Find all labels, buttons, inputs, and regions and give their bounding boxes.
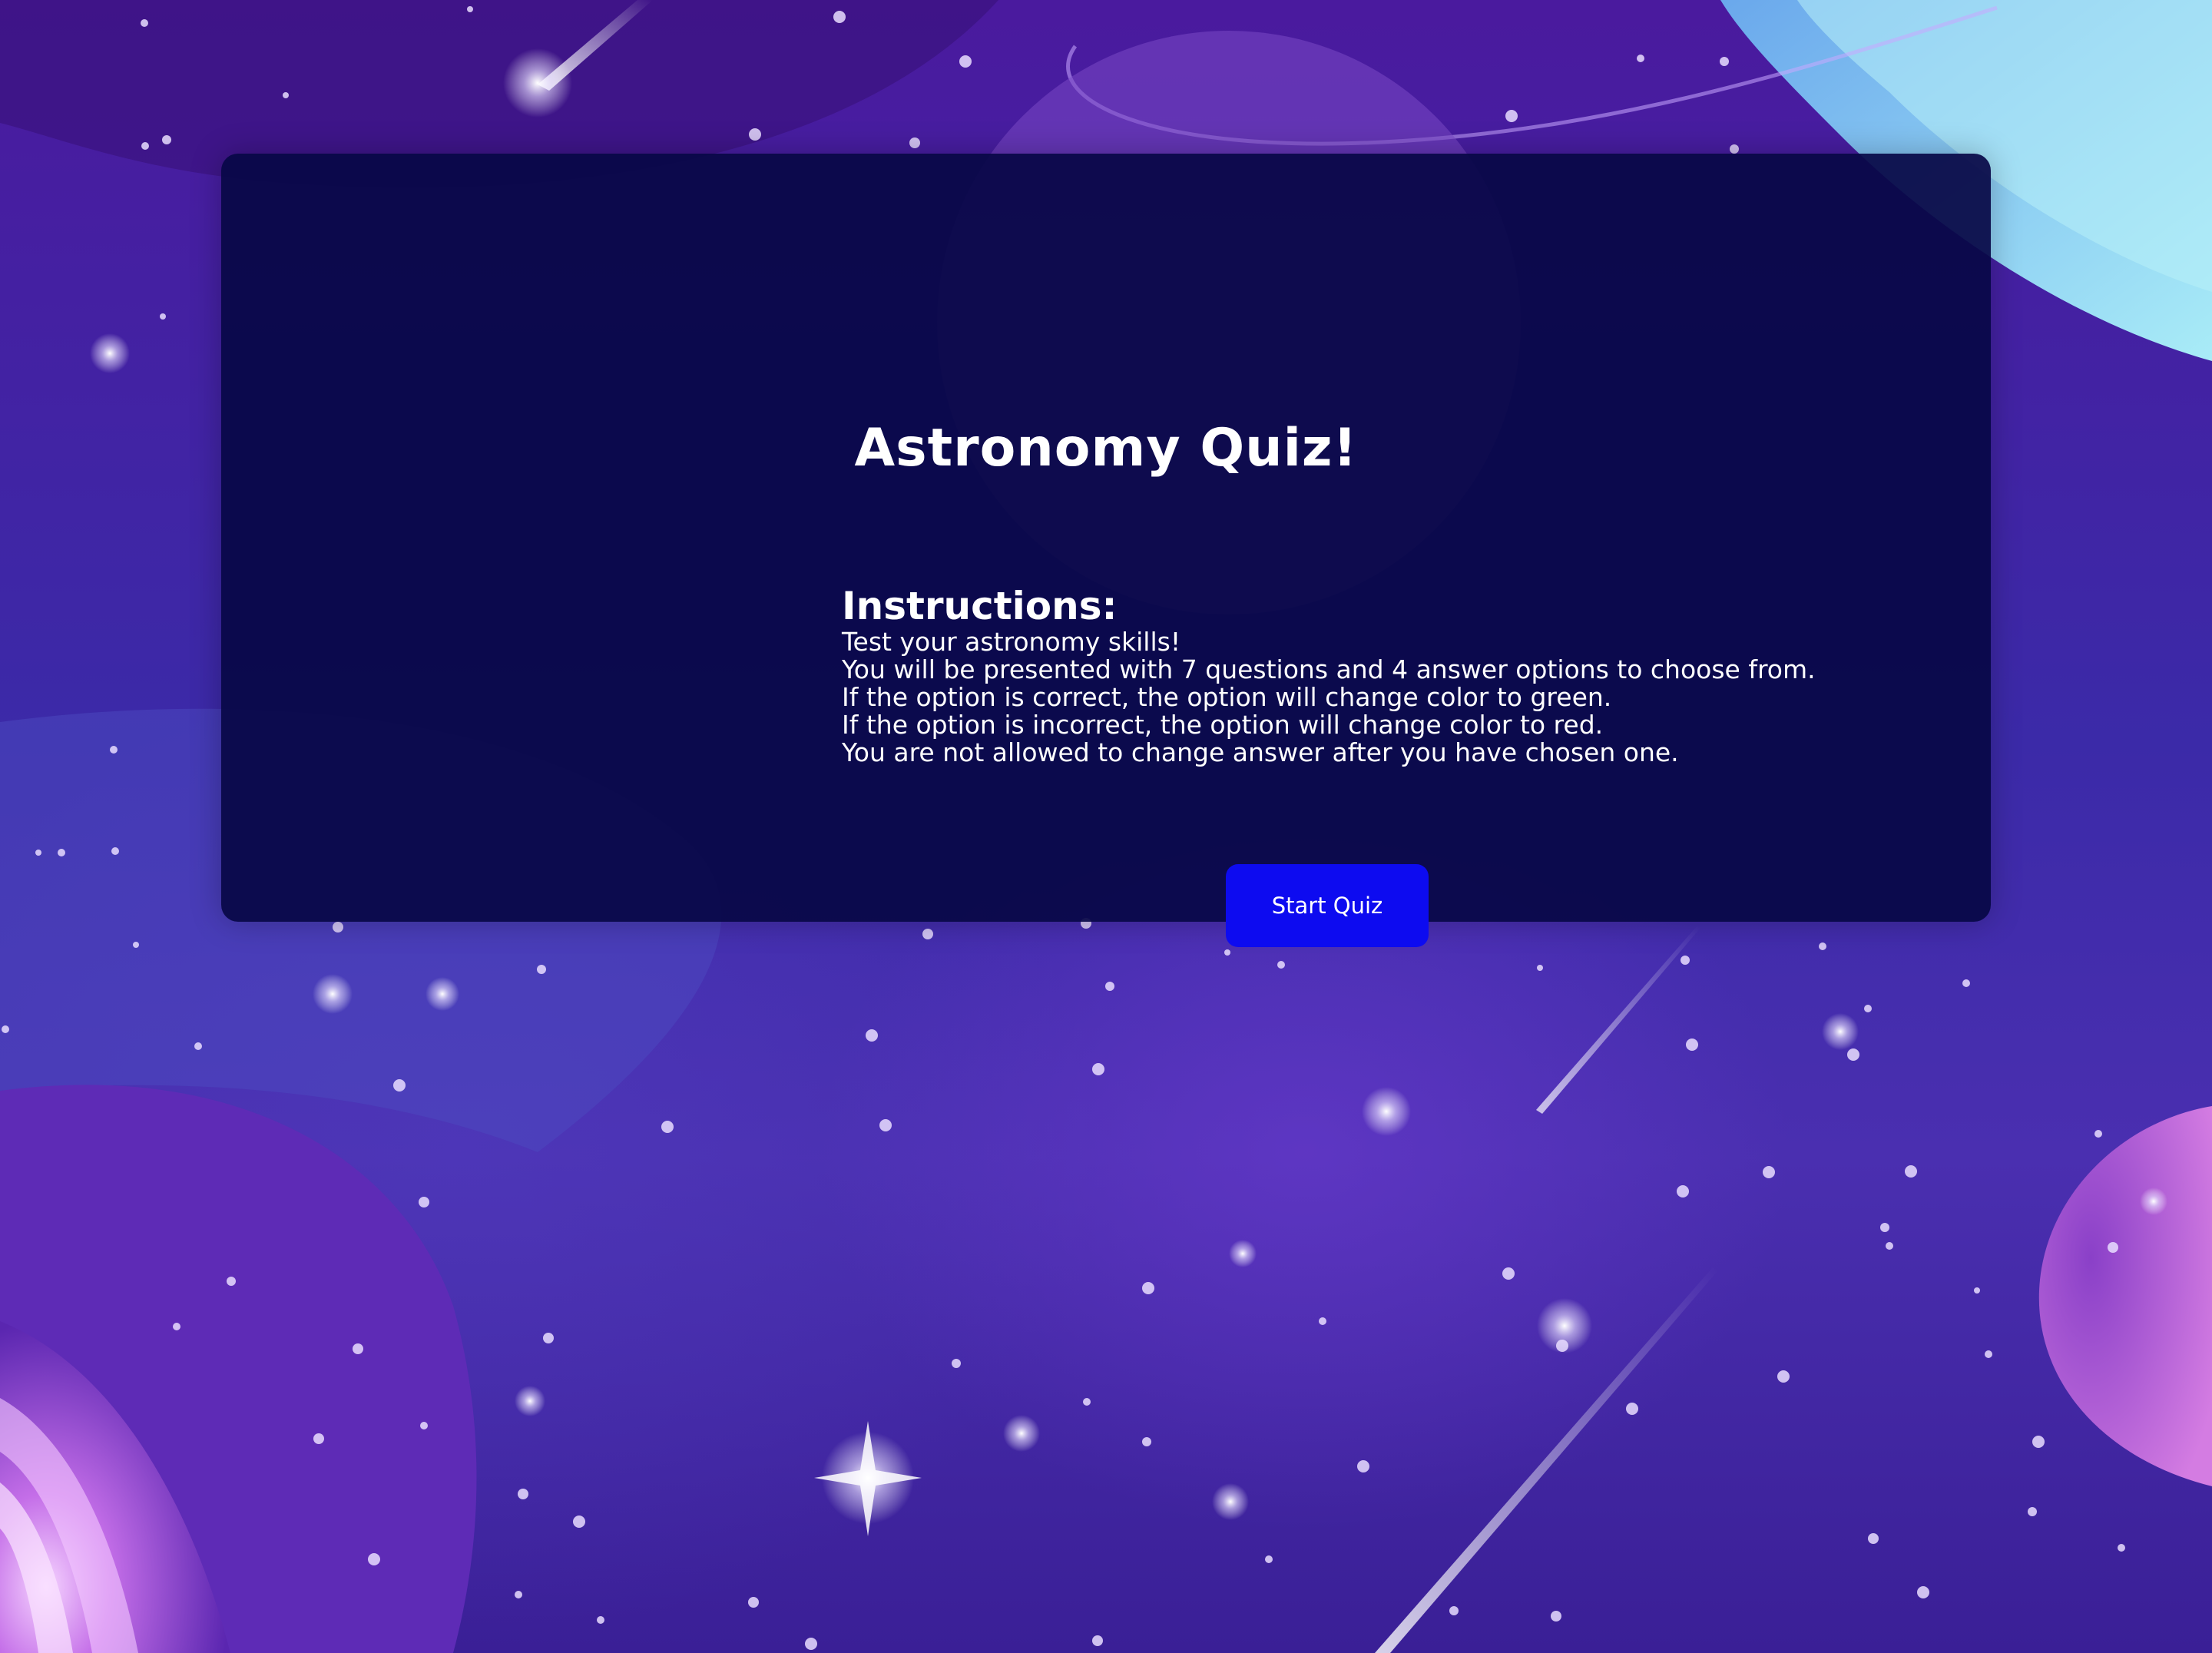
instruction-line: Test your astronomy skills! bbox=[842, 627, 1181, 657]
start-quiz-button[interactable]: Start Quiz bbox=[1226, 864, 1429, 947]
instructions-heading: Instructions: bbox=[842, 584, 1118, 628]
instruction-line: You will be presented with 7 questions a… bbox=[842, 654, 1816, 684]
instructions-section: Instructions: Test your astronomy skills… bbox=[842, 584, 1840, 767]
instruction-line: If the option is correct, the option wil… bbox=[842, 682, 1612, 712]
instruction-line: If the option is incorrect, the option w… bbox=[842, 710, 1604, 740]
quiz-title: Astronomy Quiz! bbox=[854, 418, 1358, 479]
quiz-intro-card: Astronomy Quiz! Instructions: Test your … bbox=[221, 154, 1991, 947]
instruction-line: You are not allowed to change answer aft… bbox=[842, 737, 1679, 767]
